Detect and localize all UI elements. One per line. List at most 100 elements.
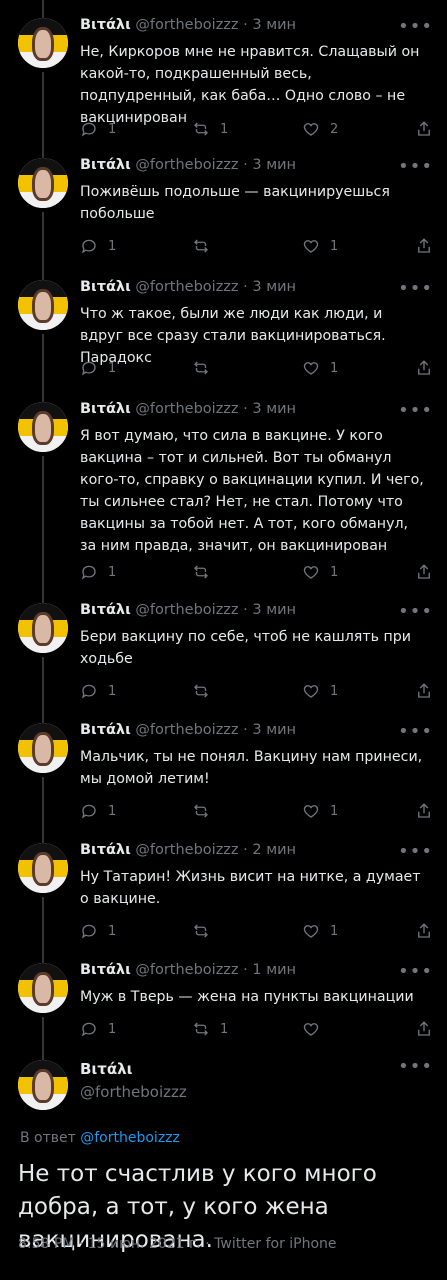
author-name[interactable]: Βιτάλι: [80, 962, 131, 978]
reply-count: 1: [108, 1021, 117, 1037]
author-handle[interactable]: @fortheboizzz: [80, 1083, 187, 1101]
author-handle[interactable]: @fortheboizzz: [135, 401, 238, 417]
tweet[interactable]: Βιτάλι @fortheboizzz · 3 мин ••• Не, Кир…: [0, 0, 447, 140]
share-button[interactable]: [415, 680, 433, 702]
like-button[interactable]: [302, 1018, 330, 1040]
tweet-header: Βιτάλι @fortheboizzz · 1 мин: [80, 962, 427, 984]
avatar[interactable]: [18, 1060, 68, 1110]
tweet-time[interactable]: 3 мин: [252, 722, 296, 738]
author-name[interactable]: Βιτάλι: [80, 401, 131, 417]
retweet-button[interactable]: [192, 920, 220, 942]
more-icon[interactable]: •••: [398, 841, 433, 862]
reply-button[interactable]: 1: [80, 357, 116, 379]
share-button[interactable]: [415, 235, 433, 257]
share-icon: [418, 121, 430, 136]
thread-line: [42, 657, 44, 705]
tweet[interactable]: Βιτάλι @fortheboizzz · 3 мин ••• Бери ва…: [0, 585, 447, 705]
reply-button[interactable]: 1: [80, 235, 116, 257]
reply-button[interactable]: 1: [80, 1018, 116, 1040]
author-handle[interactable]: @fortheboizzz: [135, 842, 238, 858]
heart-icon: [303, 685, 319, 698]
share-button[interactable]: [415, 800, 433, 822]
tweet[interactable]: Βιτάλι @fortheboizzz · 3 мин ••• Мальчик…: [0, 705, 447, 825]
more-icon[interactable]: •••: [398, 961, 433, 982]
like-button[interactable]: 1: [302, 920, 338, 942]
reply-button[interactable]: 1: [80, 118, 116, 140]
author-name[interactable]: Βιτάλι: [80, 279, 131, 295]
share-button[interactable]: [415, 1018, 433, 1040]
retweet-button[interactable]: [192, 235, 220, 257]
avatar[interactable]: [18, 158, 68, 208]
avatar[interactable]: [18, 402, 68, 452]
author-handle[interactable]: @fortheboizzz: [135, 17, 238, 33]
author-handle[interactable]: @fortheboizzz: [135, 279, 238, 295]
like-button[interactable]: 1: [302, 680, 338, 702]
tweet-time[interactable]: 2 мин: [252, 842, 296, 858]
tweet-time[interactable]: 3 мин: [252, 401, 296, 417]
like-button[interactable]: 1: [302, 357, 338, 379]
reply-button[interactable]: 1: [80, 920, 116, 942]
author-name[interactable]: Βιτάλι: [80, 157, 131, 173]
like-button[interactable]: 2: [302, 118, 338, 140]
author-name[interactable]: Βιτάλι: [80, 842, 131, 858]
tweet-time[interactable]: 1 мин: [252, 962, 296, 978]
author-handle[interactable]: @fortheboizzz: [135, 602, 238, 618]
avatar[interactable]: [18, 963, 68, 1013]
like-count: 1: [330, 803, 339, 819]
share-button[interactable]: [415, 920, 433, 942]
author-name[interactable]: Βιτάλι: [80, 1060, 187, 1078]
author-name[interactable]: Βιτάλι: [80, 602, 131, 618]
tweet[interactable]: Βιτάλι @fortheboizzz · 3 мин ••• Поживёш…: [0, 140, 447, 262]
reply-button[interactable]: 1: [80, 800, 116, 822]
more-icon[interactable]: •••: [398, 400, 433, 421]
avatar[interactable]: [18, 843, 68, 893]
retweet-button[interactable]: 1: [192, 118, 228, 140]
like-count: 2: [330, 121, 339, 137]
retweet-count: 1: [220, 121, 229, 137]
more-icon[interactable]: •••: [398, 601, 433, 622]
more-icon[interactable]: •••: [398, 1056, 433, 1077]
retweet-button[interactable]: [192, 357, 220, 379]
avatar[interactable]: [18, 603, 68, 653]
like-button[interactable]: 1: [302, 561, 338, 583]
retweet-button[interactable]: [192, 800, 220, 822]
author-name[interactable]: Βιτάλι: [80, 722, 131, 738]
tweet-header: Βιτάλι @fortheboizzz · 3 мин: [80, 401, 427, 423]
retweet-button[interactable]: [192, 561, 220, 583]
tweet-time[interactable]: 3 мин: [252, 157, 296, 173]
reply-button[interactable]: 1: [80, 561, 116, 583]
author-handle[interactable]: @fortheboizzz: [135, 962, 238, 978]
share-button[interactable]: [415, 357, 433, 379]
tweet[interactable]: Βιτάλι @fortheboizzz · 3 мин ••• Что ж т…: [0, 262, 447, 384]
tweet-header: Βιτάλι @fortheboizzz · 3 мин: [80, 602, 427, 624]
avatar[interactable]: [18, 723, 68, 773]
reply-to-link[interactable]: @fortheboizzz: [80, 1130, 180, 1146]
tweet-time[interactable]: 3 мин: [252, 602, 296, 618]
retweet-button[interactable]: [192, 680, 220, 702]
author-name[interactable]: Βιτάλι: [80, 17, 131, 33]
like-button[interactable]: 1: [302, 800, 338, 822]
reply-count: 1: [108, 923, 117, 939]
more-icon[interactable]: •••: [398, 721, 433, 742]
reply-button[interactable]: 1: [80, 680, 116, 702]
author-handle[interactable]: @fortheboizzz: [135, 157, 238, 173]
tweet-header: Βιτάλι @fortheboizzz · 3 мин: [80, 722, 427, 744]
share-button[interactable]: [415, 561, 433, 583]
share-button[interactable]: [415, 118, 433, 140]
avatar[interactable]: [18, 18, 68, 68]
tweet-time[interactable]: 3 мин: [252, 279, 296, 295]
tweet[interactable]: Βιτάλι @fortheboizzz · 2 мин ••• Ну Тата…: [0, 825, 447, 945]
reply-count: 1: [108, 121, 117, 137]
avatar[interactable]: [18, 280, 68, 330]
retweet-button[interactable]: 1: [192, 1018, 228, 1040]
tweet[interactable]: Βιτάλι @fortheboizzz · 1 мин ••• Муж в Т…: [0, 945, 447, 1060]
more-icon[interactable]: •••: [398, 16, 433, 37]
separator-dot: ·: [243, 722, 248, 738]
tweet-time[interactable]: 3 мин: [252, 17, 296, 33]
author-handle[interactable]: @fortheboizzz: [135, 722, 238, 738]
more-icon[interactable]: •••: [398, 278, 433, 299]
separator-dot: ·: [243, 157, 248, 173]
like-button[interactable]: 1: [302, 235, 338, 257]
more-icon[interactable]: •••: [398, 156, 433, 177]
tweet[interactable]: Βιτάλι @fortheboizzz · 3 мин ••• Я вот д…: [0, 384, 447, 585]
